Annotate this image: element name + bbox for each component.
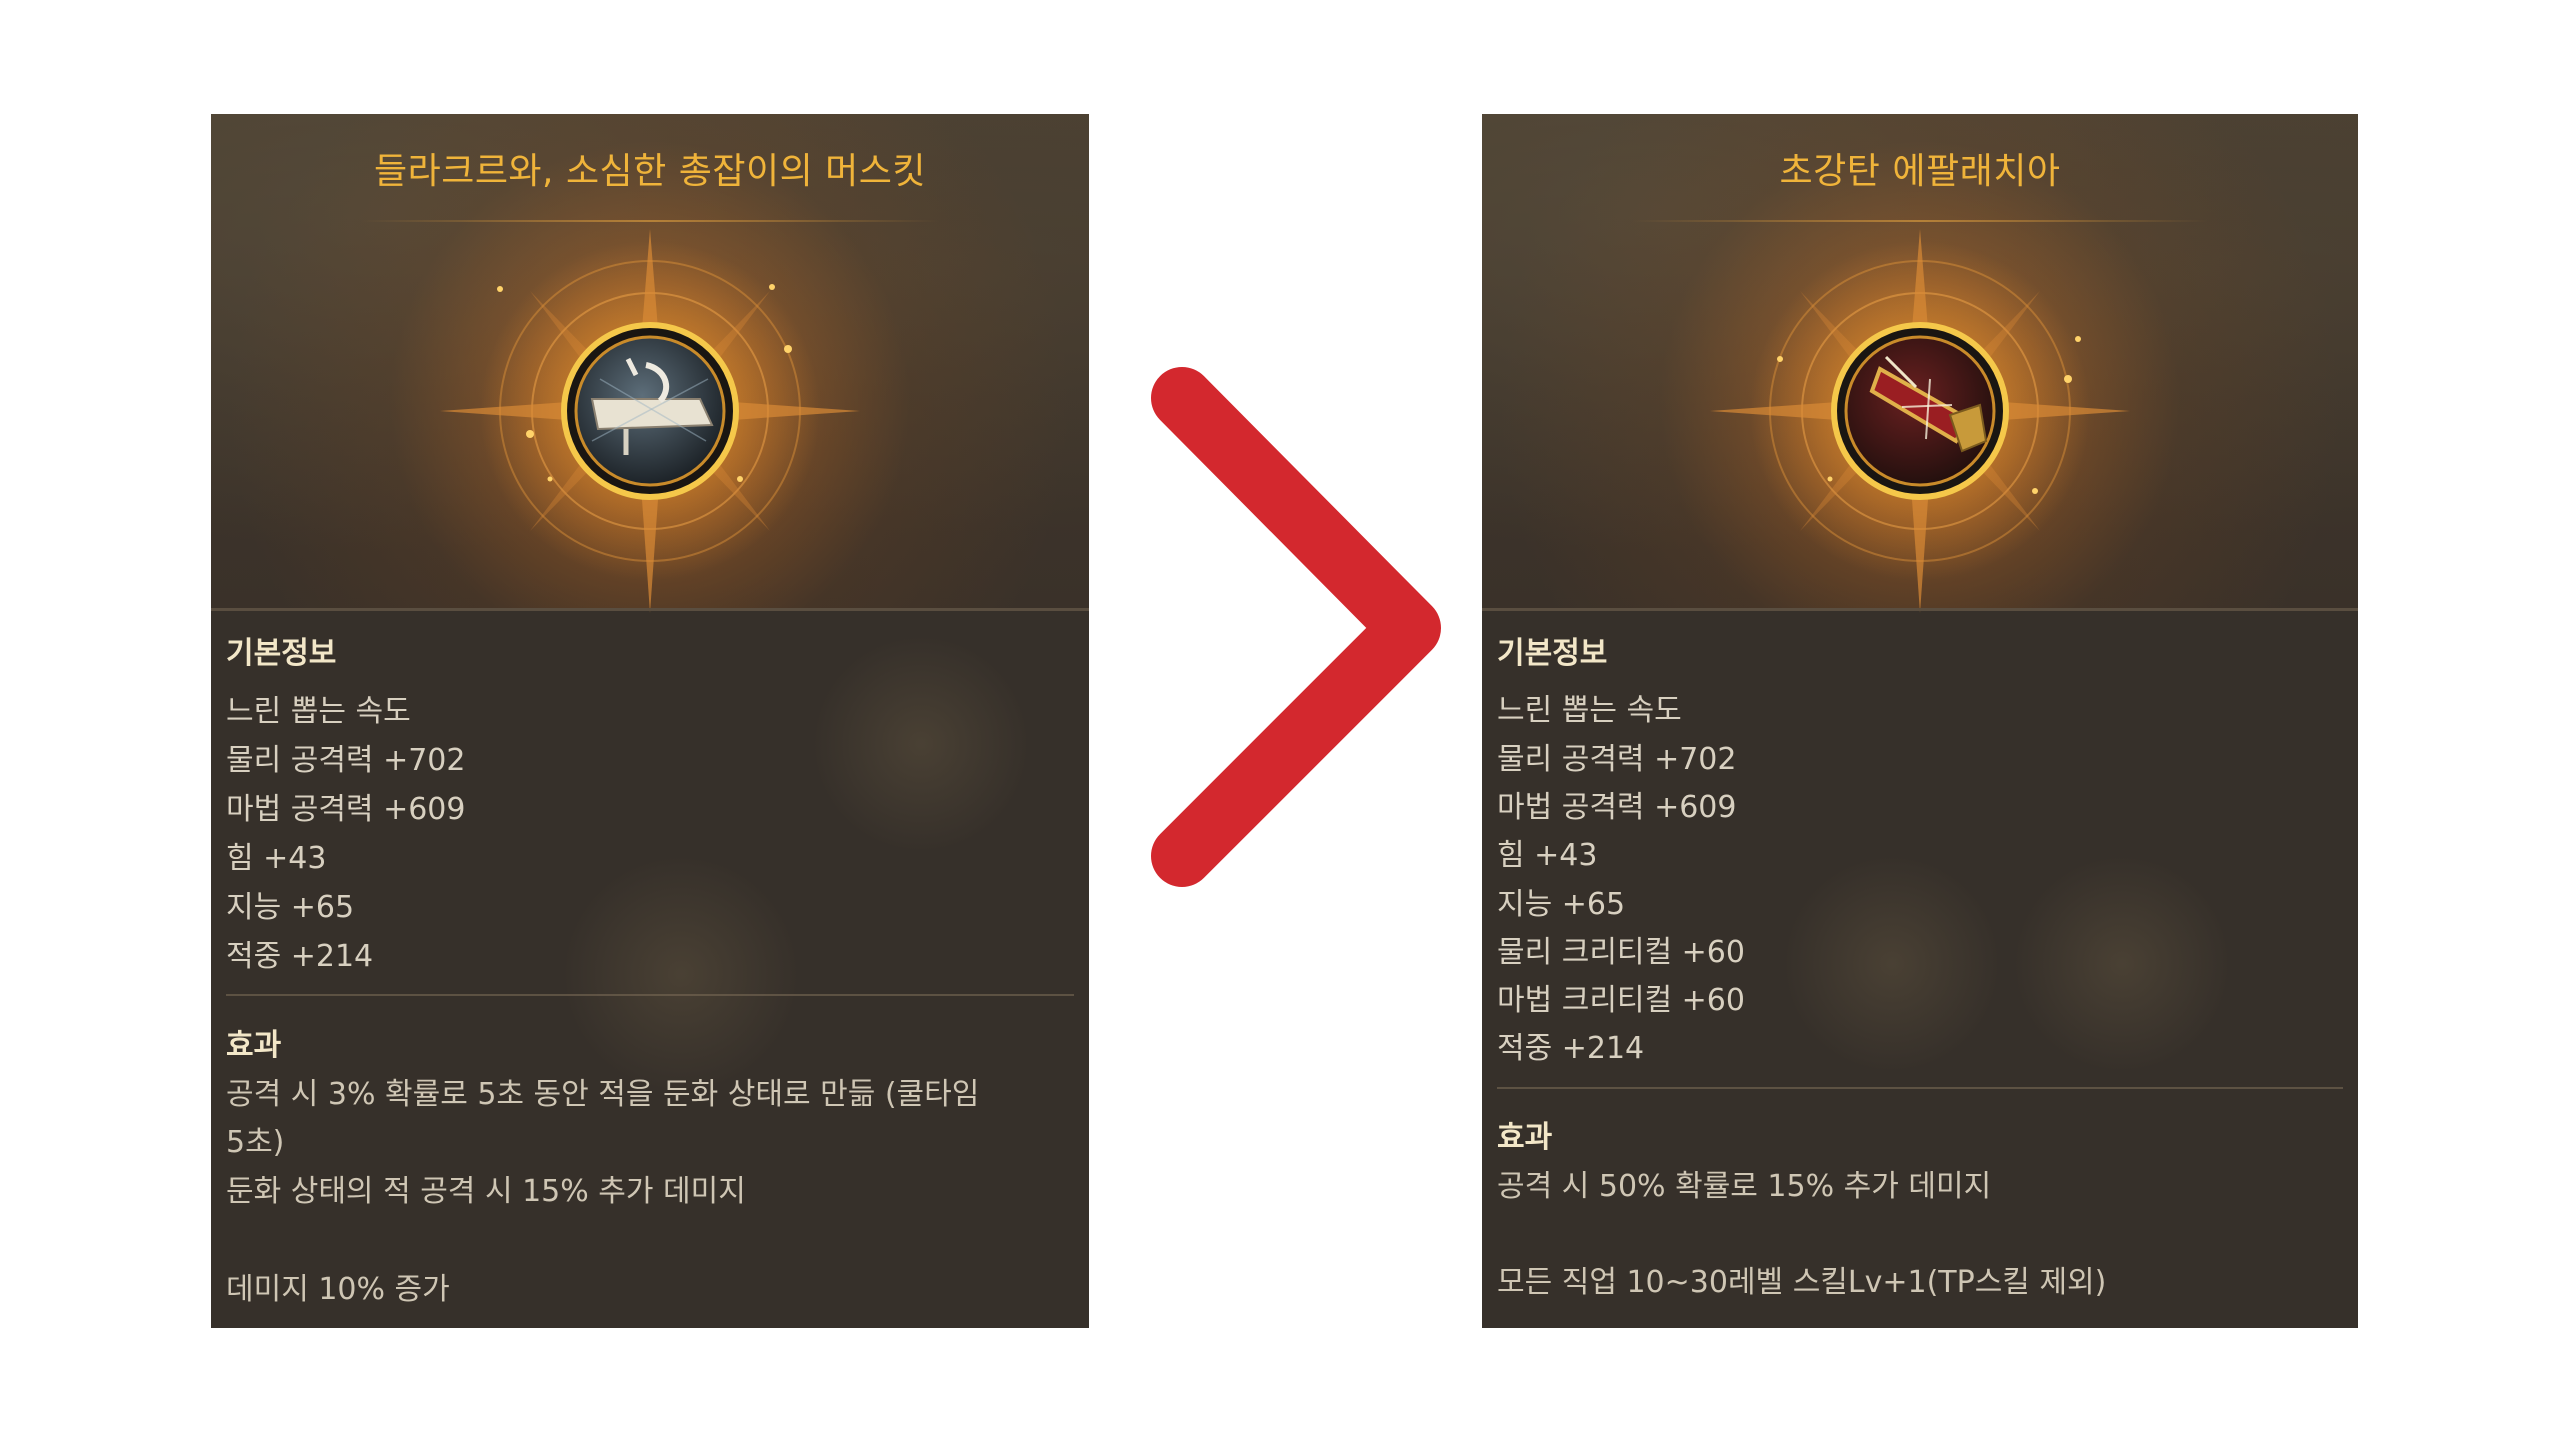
stat-line: 적중 +214 <box>1497 1031 1645 1066</box>
banner-divider <box>211 608 1089 611</box>
background-decoration <box>811 634 1031 854</box>
compass-frame-icon <box>440 229 860 613</box>
item-title: 초강탄 에팔래치아 <box>1779 151 2061 192</box>
stat-line: 물리 공격력 +702 <box>1497 742 1737 777</box>
stat-line: 적중 +214 <box>226 939 374 974</box>
stat-line: 물리 크리티컬 +60 <box>1497 935 1745 970</box>
background-decoration <box>1782 854 2002 1074</box>
title-divider <box>361 220 939 222</box>
title-divider <box>1632 220 2208 222</box>
effect-header: 효과 <box>226 1028 282 1063</box>
effect-line: 둔화 상태의 적 공격 시 15% 추가 데미지 <box>226 1174 746 1209</box>
stat-line: 지능 +65 <box>226 890 355 925</box>
stat-line: 마법 크리티컬 +60 <box>1497 983 1745 1018</box>
effect-header: 효과 <box>1497 1120 1553 1155</box>
chevron-right-icon <box>1140 356 1460 906</box>
effect-line: 데미지 10% 증가 <box>226 1272 450 1307</box>
stat-line: 느린 뽑는 속도 <box>226 694 411 729</box>
section-divider <box>226 994 1074 996</box>
item-emblem <box>1680 229 2160 613</box>
section-divider <box>1497 1087 2343 1089</box>
stat-line: 마법 공격력 +609 <box>1497 790 1737 825</box>
basic-info-header: 기본정보 <box>1497 636 1608 671</box>
banner-divider <box>1482 608 2358 611</box>
background-decoration <box>561 854 801 1094</box>
stat-line: 느린 뽑는 속도 <box>1497 693 1682 728</box>
stat-line: 힘 +43 <box>226 841 327 876</box>
item-tooltip-right: 초강탄 에팔래치아 기본정보 느린 뽑는 속도 물리 공격력 +702 마법 공… <box>1482 114 2358 1328</box>
effect-line: 공격 시 3% 확률로 5초 동안 적을 둔화 상태로 만듦 (쿨타임 5초) <box>226 1077 980 1160</box>
stat-line: 힘 +43 <box>1497 838 1598 873</box>
stat-line: 지능 +65 <box>1497 887 1626 922</box>
basic-info-header: 기본정보 <box>226 636 337 671</box>
stat-line: 마법 공격력 +609 <box>226 792 466 827</box>
effect-line: 모든 직업 10~30레벨 스킬Lv+1(TP스킬 제외) <box>1497 1265 2107 1300</box>
item-tooltip-left: 들라크르와, 소심한 총잡이의 머스킷 기본정보 느린 뽑는 속도 물리 공격력… <box>211 114 1089 1328</box>
effect-line: 공격 시 50% 확률로 15% 추가 데미지 <box>1497 1169 1992 1204</box>
stat-line: 물리 공격력 +702 <box>226 743 466 778</box>
background-decoration <box>2012 854 2232 1074</box>
item-title: 들라크르와, 소심한 총잡이의 머스킷 <box>373 151 927 192</box>
compass-frame-icon <box>1710 229 2130 613</box>
item-emblem <box>410 229 890 613</box>
